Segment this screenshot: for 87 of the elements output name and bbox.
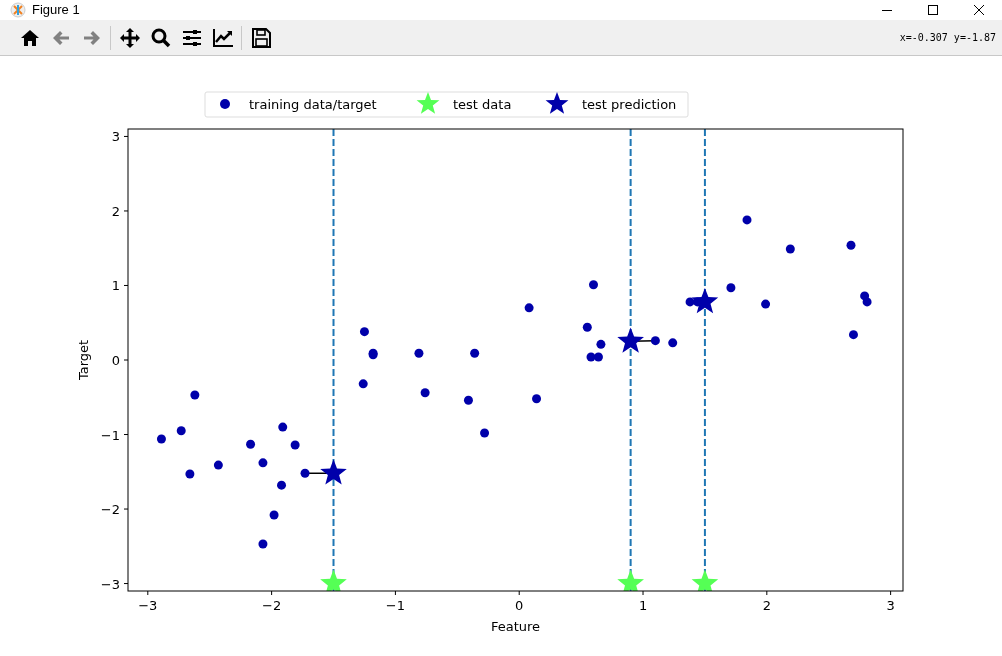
tick-label: 3 xyxy=(886,598,895,613)
move-icon xyxy=(118,26,141,49)
data-point xyxy=(524,303,534,313)
x-axis-label: Feature xyxy=(490,619,541,634)
data-point xyxy=(156,434,166,444)
data-point xyxy=(359,327,369,337)
tick-label: 0 xyxy=(515,598,524,613)
legend-marker xyxy=(545,92,569,114)
star-marker xyxy=(617,327,644,353)
data-point xyxy=(269,510,279,520)
tick-mark xyxy=(518,590,520,596)
tick-label: 2 xyxy=(111,203,120,219)
data-point xyxy=(849,330,858,340)
search-icon xyxy=(149,26,172,49)
data-point xyxy=(463,395,473,405)
data-point xyxy=(785,244,795,254)
tick-mark xyxy=(890,590,892,596)
tick-mark xyxy=(766,590,768,596)
data-point xyxy=(358,379,368,389)
data-point xyxy=(420,388,430,398)
tick-label: −2 xyxy=(100,502,120,518)
tick-label: −1 xyxy=(385,598,405,613)
data-point xyxy=(586,352,596,362)
maximize-icon xyxy=(928,5,938,15)
tick-label: 1 xyxy=(638,598,648,613)
star-marker xyxy=(691,287,719,314)
data-point xyxy=(726,283,736,293)
data-point xyxy=(480,428,490,438)
y-axis-label: Target xyxy=(76,339,91,381)
tick-mark xyxy=(394,590,396,596)
legend-marker xyxy=(416,92,440,114)
data-point xyxy=(589,280,598,290)
data-point xyxy=(685,297,695,307)
star-marker xyxy=(320,459,347,485)
data-point xyxy=(176,426,186,436)
tick-mark xyxy=(123,434,129,435)
data-point xyxy=(761,299,771,309)
tick-label: 3 xyxy=(111,129,120,145)
data-point xyxy=(470,348,480,358)
data-point xyxy=(290,440,300,450)
data-point xyxy=(246,439,256,449)
tick-mark xyxy=(123,508,129,510)
data-point xyxy=(185,469,195,479)
data-point xyxy=(668,338,678,348)
tick-label: 1 xyxy=(111,278,120,294)
data-point xyxy=(414,348,424,358)
window-title: Figure 1 xyxy=(32,1,80,20)
line-chart-icon xyxy=(211,26,234,49)
tick-label: −2 xyxy=(262,598,282,613)
tick-label: −1 xyxy=(100,427,120,443)
legend-label: training data/target xyxy=(249,97,377,112)
cursor-coordinates: x=-0.307 y=-1.87 xyxy=(899,31,996,45)
legend-label: test data xyxy=(453,97,512,112)
tick-mark xyxy=(123,285,129,286)
tick-label: 0 xyxy=(111,353,120,368)
data-point xyxy=(582,322,592,332)
data-point xyxy=(593,352,603,362)
star-marker xyxy=(691,569,719,591)
tick-label: −3 xyxy=(138,598,158,613)
app-icon xyxy=(10,2,26,18)
tick-mark xyxy=(123,583,129,585)
data-point xyxy=(278,422,288,432)
tick-label: −3 xyxy=(100,576,120,592)
data-point xyxy=(532,394,542,404)
close-icon xyxy=(974,5,984,15)
star-marker xyxy=(320,569,347,591)
tick-mark xyxy=(123,359,129,361)
data-point xyxy=(258,539,268,549)
tick-mark xyxy=(271,590,273,596)
data-point xyxy=(277,480,286,490)
data-point xyxy=(596,339,606,349)
legend-label: test prediction xyxy=(582,97,677,112)
data-point xyxy=(300,468,310,478)
data-point xyxy=(846,240,856,250)
data-point xyxy=(650,336,660,346)
tick-mark xyxy=(147,590,149,596)
data-point xyxy=(742,215,752,225)
tick-mark xyxy=(642,590,644,596)
tick-mark xyxy=(123,210,129,212)
data-point xyxy=(190,390,200,400)
data-point xyxy=(258,458,268,468)
tick-mark xyxy=(123,135,129,137)
data-point xyxy=(213,460,223,470)
legend-marker xyxy=(220,99,230,109)
data-point xyxy=(862,297,872,307)
tick-label: 2 xyxy=(762,598,771,613)
star-marker xyxy=(617,569,644,591)
